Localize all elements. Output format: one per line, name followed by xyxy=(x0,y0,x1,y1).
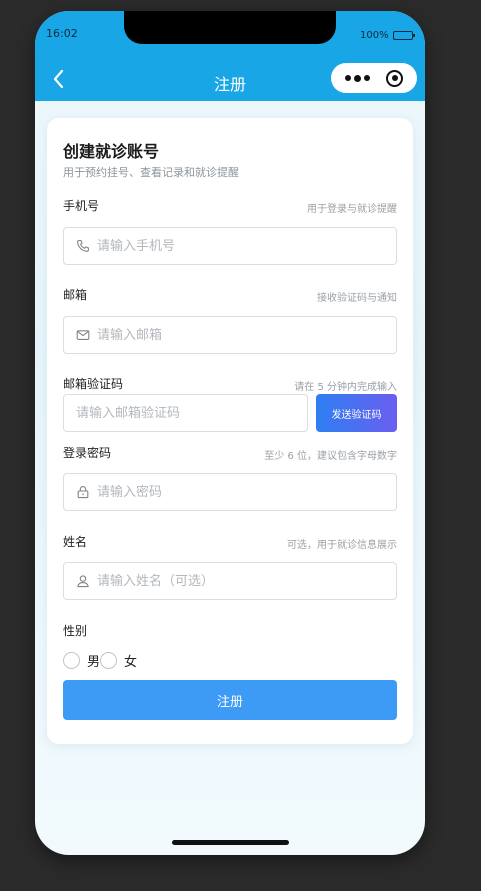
mini-program-capsule xyxy=(331,63,417,93)
email-hint: 接收验证码与通知 xyxy=(317,293,397,304)
email-code-label: 邮箱验证码 xyxy=(63,377,124,391)
battery-icon xyxy=(392,31,415,40)
status-time: 16:02 xyxy=(46,27,78,40)
phone-field[interactable] xyxy=(63,227,397,265)
email-code-hint: 请在 5 分钟内完成输入 xyxy=(294,382,397,393)
email-label: 邮箱 xyxy=(63,288,88,302)
register-form-card: 创建就诊账号 用于预约挂号、查看记录和就诊提醒 手机号 用于登录与就诊提醒 邮箱… xyxy=(47,118,413,744)
password-field[interactable] xyxy=(63,473,397,511)
phone-hint: 用于登录与就诊提醒 xyxy=(307,204,397,215)
password-label: 登录密码 xyxy=(63,446,112,460)
gender-option-label: 男 xyxy=(87,655,101,670)
name-hint: 可选，用于就诊信息展示 xyxy=(287,540,397,551)
target-circle-icon[interactable] xyxy=(386,69,403,87)
lock-icon xyxy=(76,485,90,499)
gender-radio-group: 男 女 xyxy=(63,651,137,670)
email-field[interactable] xyxy=(63,316,397,354)
password-hint: 至少 6 位，建议包含字母数字 xyxy=(264,451,397,462)
status-battery: 100% xyxy=(360,30,415,41)
send-code-button[interactable]: 发送验证码 xyxy=(316,394,397,432)
gender-option-label: 女 xyxy=(124,655,138,670)
gender-option-female[interactable]: 女 xyxy=(100,651,137,670)
register-button[interactable]: 注册 xyxy=(63,680,397,720)
name-label: 姓名 xyxy=(63,535,88,549)
name-input[interactable] xyxy=(97,563,396,599)
password-input[interactable] xyxy=(97,474,396,510)
mail-icon xyxy=(76,328,90,342)
form-title: 创建就诊账号 xyxy=(63,142,160,161)
radio-button[interactable] xyxy=(100,652,118,669)
email-code-input[interactable] xyxy=(76,395,307,431)
battery-percent: 100% xyxy=(360,30,389,41)
name-field[interactable] xyxy=(63,562,397,600)
email-input[interactable] xyxy=(97,317,396,353)
phone-input[interactable] xyxy=(97,228,396,264)
gender-option-male[interactable]: 男 xyxy=(63,651,100,670)
phone-frame: 16:02 100% 注册 创建就诊账号 用于预约挂号、查看记录和就诊提醒 手机… xyxy=(35,11,425,855)
radio-button[interactable] xyxy=(63,652,80,669)
form-subtitle: 用于预约挂号、查看记录和就诊提醒 xyxy=(63,166,239,179)
phone-icon xyxy=(76,239,90,253)
nav-bar: 16:02 100% 注册 xyxy=(35,11,425,101)
user-icon xyxy=(76,574,90,588)
phone-label: 手机号 xyxy=(63,199,100,213)
camera-notch xyxy=(124,11,336,44)
more-dots-icon[interactable] xyxy=(345,74,370,82)
home-indicator xyxy=(172,840,289,845)
email-code-field[interactable] xyxy=(63,394,308,432)
gender-label: 性别 xyxy=(63,624,88,638)
